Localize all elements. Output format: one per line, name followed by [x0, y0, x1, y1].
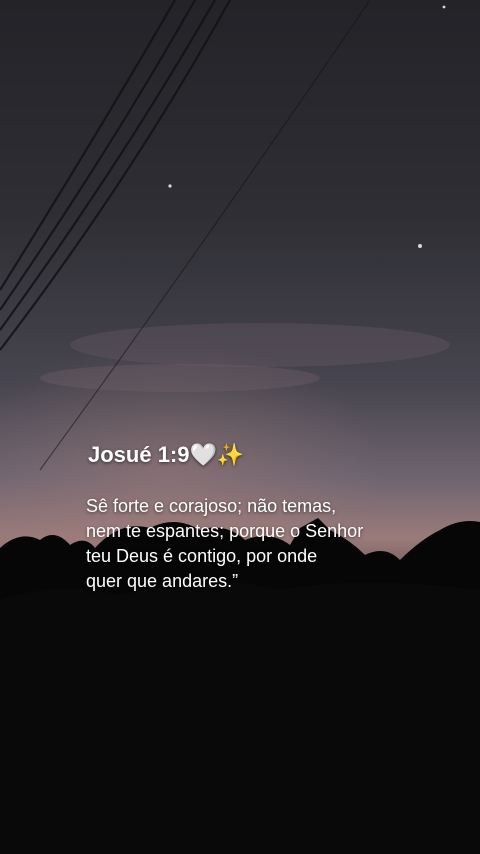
sparkles-icon: ✨ [216, 442, 245, 467]
verse-reference: Josué 1:9🤍✨ [88, 442, 244, 468]
night-sky-photo [0, 0, 480, 854]
cloud [70, 323, 450, 367]
tree-silhouette [0, 581, 480, 854]
verse-text: Sê forte e corajoso; não temas, nem te e… [86, 496, 364, 591]
cloud [40, 364, 320, 392]
verse-reference-text: Josué 1:9 [88, 442, 190, 467]
white-heart-icon: 🤍 [189, 442, 217, 467]
